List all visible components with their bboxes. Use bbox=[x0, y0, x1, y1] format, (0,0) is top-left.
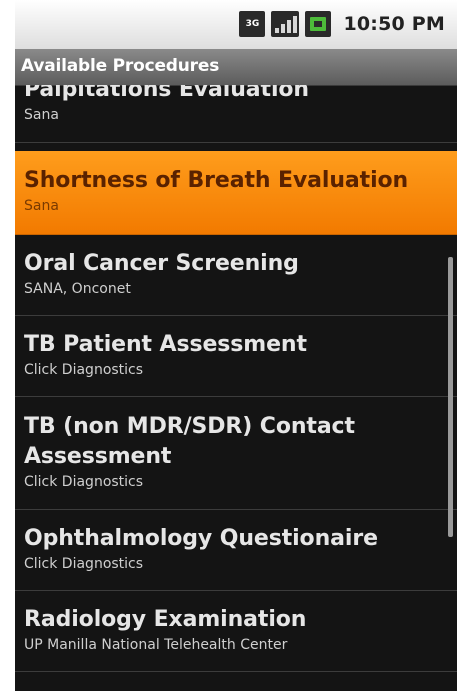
list-item-tb-patient-assessment[interactable]: TB Patient Assessment Click Diagnostics bbox=[15, 317, 457, 397]
status-bar: 3G 10:50 PM bbox=[15, 0, 457, 49]
page-title: Available Procedures bbox=[21, 56, 220, 76]
list-item-title: Oral Cancer Screening bbox=[24, 251, 299, 276]
list-item-title: Palpitations Evaluation bbox=[24, 85, 309, 102]
list-item-subtitle: Click Diagnostics bbox=[24, 362, 144, 378]
screen: 3G 10:50 PM Available Procedures Palpita… bbox=[15, 0, 457, 691]
signal-bar bbox=[293, 16, 298, 33]
list-item-subtitle: Click Diagnostics bbox=[24, 474, 144, 490]
procedure-list[interactable]: Palpitations Evaluation Sana Shortness o… bbox=[15, 85, 457, 691]
status-clock: 10:50 PM bbox=[343, 13, 445, 35]
battery-charging-icon bbox=[305, 11, 332, 37]
list-item-tb-contact-assessment[interactable]: TB (non MDR/SDR) Contact Assessment Clic… bbox=[15, 398, 457, 510]
list-item-shortness-of-breath-evaluation[interactable]: Shortness of Breath Evaluation Sana bbox=[15, 151, 457, 235]
list-item-subtitle: Sana bbox=[24, 198, 59, 214]
status-icons: 3G 10:50 PM bbox=[239, 10, 445, 38]
signal-bar bbox=[287, 20, 292, 33]
list-item-title: TB (non MDR/SDR) Contact Assessment bbox=[24, 414, 355, 469]
list-item-subtitle: UP Manilla National Telehealth Center bbox=[24, 637, 288, 653]
list-item-palpitations-evaluation[interactable]: Palpitations Evaluation Sana bbox=[15, 85, 457, 143]
network-3g-icon: 3G bbox=[239, 11, 266, 37]
list-item-title: TB Patient Assessment bbox=[24, 332, 307, 357]
list-scrollbar[interactable] bbox=[448, 257, 453, 537]
phone-frame: 3G 10:50 PM Available Procedures Palpita… bbox=[0, 0, 465, 691]
list-item-subtitle: Click Diagnostics bbox=[24, 556, 144, 572]
signal-bar bbox=[281, 24, 286, 33]
list-item-title: Shortness of Breath Evaluation bbox=[24, 168, 409, 193]
list-item-radiology-examination[interactable]: Radiology Examination UP Manilla Nationa… bbox=[15, 592, 457, 672]
list-item-ophthalmology-questionaire[interactable]: Ophthalmology Questionaire Click Diagnos… bbox=[15, 511, 457, 591]
signal-strength-icon bbox=[271, 11, 300, 37]
list-item-subtitle: Sana bbox=[24, 107, 59, 123]
signal-bar bbox=[275, 28, 280, 33]
battery-cell bbox=[310, 17, 327, 31]
list-item-subtitle: SANA, Onconet bbox=[24, 281, 131, 297]
list-item-oral-cancer-screening[interactable]: Oral Cancer Screening SANA, Onconet bbox=[15, 236, 457, 316]
list-item-title: Ophthalmology Questionaire bbox=[24, 526, 378, 551]
list-item-title: Radiology Examination bbox=[24, 607, 307, 632]
title-bar: Available Procedures bbox=[15, 49, 457, 86]
